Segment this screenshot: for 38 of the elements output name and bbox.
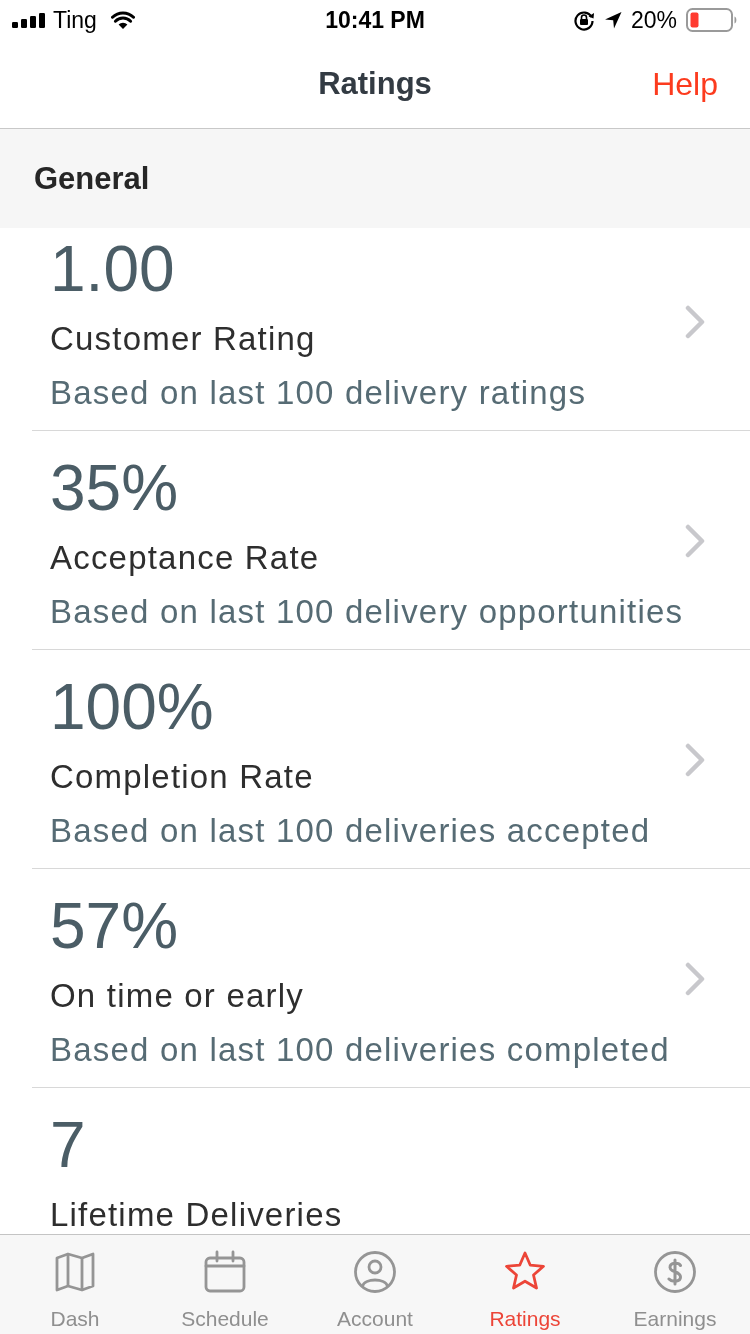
metric-value: 35% bbox=[50, 451, 179, 526]
metric-title: On time or early bbox=[50, 976, 304, 1016]
signal-icon bbox=[12, 12, 46, 28]
metric-title: Acceptance Rate bbox=[50, 538, 320, 578]
wifi-icon bbox=[110, 11, 135, 29]
help-button[interactable]: Help bbox=[652, 64, 718, 104]
dollar-circle-icon bbox=[653, 1250, 697, 1294]
carrier-name: Ting bbox=[53, 6, 97, 34]
metric-subtitle: Based on last 100 delivery ratings bbox=[50, 373, 587, 413]
battery-percent: 20% bbox=[630, 6, 677, 34]
tab-bar-item[interactable]: Earnings bbox=[600, 1235, 750, 1334]
metric-subtitle: Based on last 100 delivery opportunities bbox=[50, 592, 684, 632]
chevron-right-icon[interactable] bbox=[685, 743, 705, 777]
tab-bar-item[interactable]: Schedule bbox=[150, 1235, 300, 1334]
tab-bar-item[interactable]: Ratings bbox=[450, 1235, 600, 1334]
metric-value: 100% bbox=[50, 670, 214, 745]
metric-title: Lifetime Deliveries bbox=[50, 1195, 343, 1234]
map-icon bbox=[53, 1250, 97, 1294]
metric-subtitle: Based on last 100 deliveries accepted bbox=[50, 811, 651, 851]
metric-value: 7 bbox=[50, 1108, 86, 1183]
calendar-icon bbox=[203, 1250, 247, 1294]
battery-icon bbox=[686, 8, 738, 32]
chevron-right-icon[interactable] bbox=[685, 305, 705, 339]
tab-bar-item[interactable]: Account bbox=[300, 1235, 450, 1334]
metric-value: 57% bbox=[50, 889, 179, 964]
section-title: General bbox=[34, 159, 150, 198]
metric-value: 1.00 bbox=[50, 232, 175, 307]
status-time: 10:41 PM bbox=[325, 6, 425, 34]
metric-title: Completion Rate bbox=[50, 757, 314, 797]
nav-title: Ratings bbox=[318, 65, 432, 103]
rotation-lock-icon bbox=[572, 9, 595, 31]
chevron-right-icon[interactable] bbox=[685, 962, 705, 996]
metric-title: Customer Rating bbox=[50, 319, 316, 359]
location-arrow-icon bbox=[603, 11, 622, 29]
user-circle-icon bbox=[353, 1250, 397, 1294]
metric-subtitle: Based on last 100 deliveries completed bbox=[50, 1030, 670, 1070]
tab-bar-item[interactable]: Dash bbox=[0, 1235, 150, 1334]
chevron-right-icon[interactable] bbox=[685, 524, 705, 558]
